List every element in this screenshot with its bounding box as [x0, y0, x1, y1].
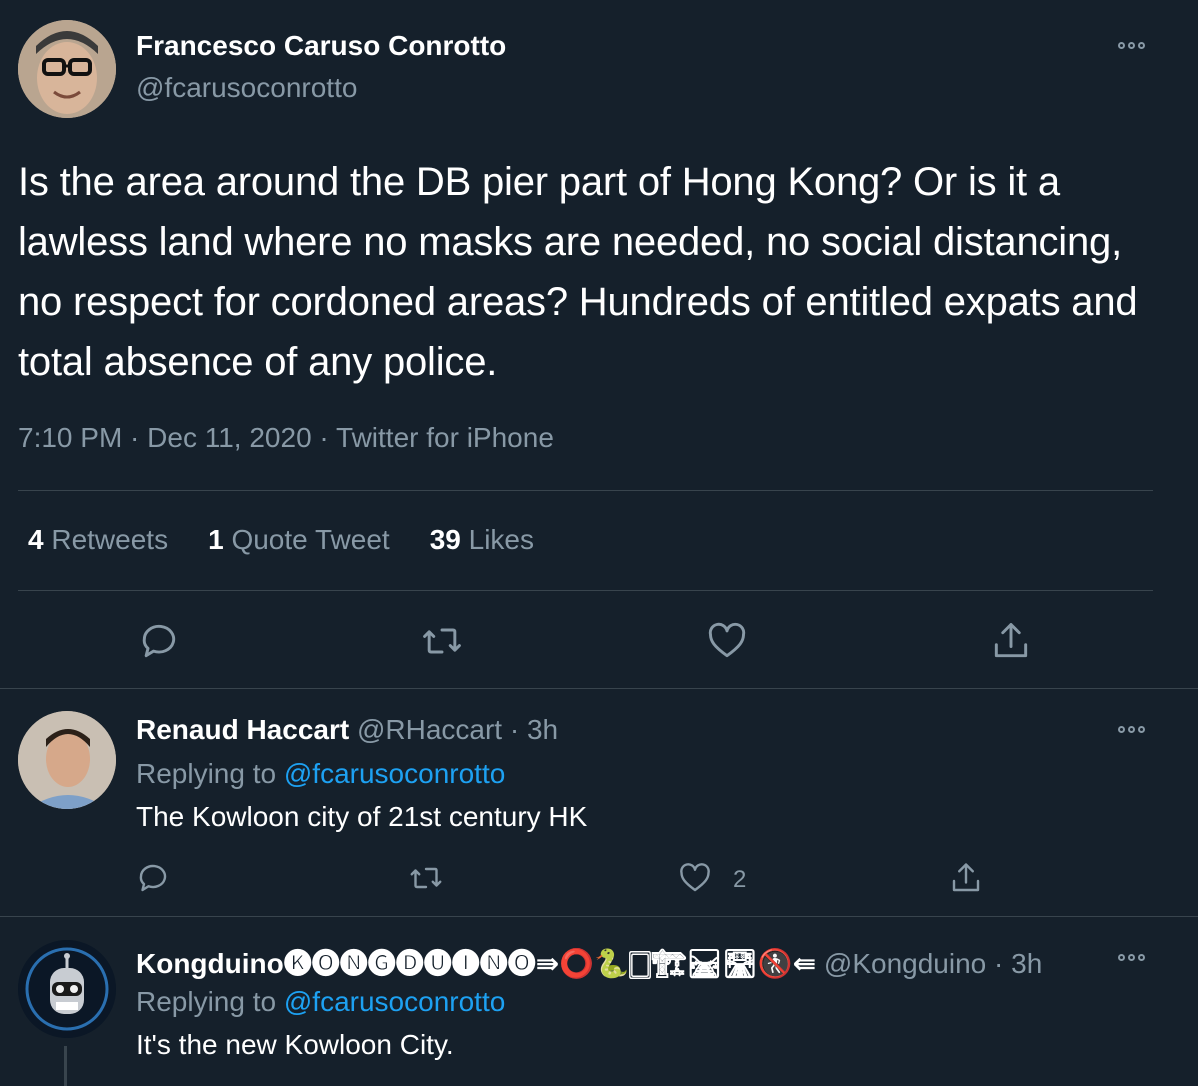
reply-avatar[interactable]	[18, 940, 116, 1038]
reply-header: Renaud Haccart @RHaccart · 3h	[136, 714, 558, 746]
reply-text: It's the new Kowloon City.	[136, 1029, 454, 1060]
more-icon[interactable]	[1116, 40, 1152, 52]
like-icon[interactable]	[705, 619, 749, 663]
replying-to-handle[interactable]: @fcarusoconrotto	[284, 758, 505, 789]
reply-author-name[interactable]: Kongduino🅚🅞🅝🅖🅓🅤🅘🅝🅞⇛⭕️🐍🀆🏗🛤🛣🚷⇚	[136, 948, 816, 979]
like-count: 2	[733, 866, 747, 893]
retweets-stat[interactable]: 4 Retweets	[28, 524, 168, 556]
divider	[0, 916, 1198, 917]
share-icon[interactable]	[948, 860, 984, 896]
thread-line	[64, 1046, 67, 1086]
author-name[interactable]: Francesco Caruso Conrotto	[136, 30, 506, 62]
more-icon[interactable]	[1116, 724, 1152, 736]
retweet-icon[interactable]	[408, 860, 444, 896]
tweet-text: Is the area around the DB pier part of H…	[18, 160, 1138, 384]
replying-label: Replying to	[136, 986, 277, 1017]
share-icon[interactable]	[989, 619, 1033, 663]
tweet-stats: 4 Retweets 1 Quote Tweet 39 Likes	[28, 524, 534, 556]
reply-avatar[interactable]	[18, 711, 116, 809]
replying-to: Replying to @fcarusoconrotto	[136, 986, 505, 1018]
author-avatar[interactable]	[18, 20, 116, 118]
divider	[0, 688, 1198, 689]
reply-author-handle[interactable]: @Kongduino · 3h	[824, 948, 1042, 979]
like-icon[interactable]	[677, 860, 713, 896]
reply-author-handle[interactable]: @RHaccart · 3h	[357, 714, 558, 745]
author-handle[interactable]: @fcarusoconrotto	[136, 72, 357, 104]
likes-label: Likes	[468, 524, 535, 555]
reply-header: Kongduino🅚🅞🅝🅖🅓🅤🅘🅝🅞⇛⭕️🐍🀆🏗🛤🛣🚷⇚ @Kongduino …	[136, 942, 1042, 982]
reply-text: The Kowloon city of 21st century HK	[136, 801, 588, 832]
reply-icon[interactable]	[137, 619, 181, 663]
more-icon[interactable]	[1116, 952, 1152, 964]
replying-to: Replying to @fcarusoconrotto	[136, 758, 505, 790]
retweets-label: Retweets	[51, 524, 169, 555]
quotes-label: Quote Tweet	[231, 524, 390, 555]
reply-icon[interactable]	[135, 860, 171, 896]
retweets-count: 4	[28, 524, 44, 555]
divider	[18, 590, 1153, 591]
quotes-stat[interactable]: 1 Quote Tweet	[208, 524, 390, 556]
retweet-icon[interactable]	[420, 619, 464, 663]
tweet-meta[interactable]: 7:10 PM · Dec 11, 2020 · Twitter for iPh…	[18, 422, 554, 454]
reply-author-name[interactable]: Renaud Haccart	[136, 714, 349, 745]
replying-label: Replying to	[136, 758, 277, 789]
likes-count: 39	[429, 524, 461, 555]
likes-stat[interactable]: 39 Likes	[430, 524, 534, 556]
replying-to-handle[interactable]: @fcarusoconrotto	[284, 986, 505, 1017]
quotes-count: 1	[208, 524, 224, 555]
divider	[18, 490, 1153, 491]
